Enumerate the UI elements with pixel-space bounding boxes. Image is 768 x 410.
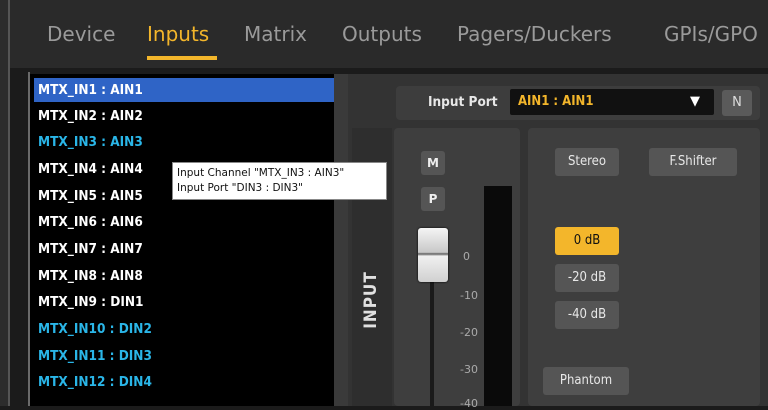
channel-tooltip: Input Channel "MTX_IN3 : AIN3" Input Por… (172, 162, 387, 200)
fader-scale-label: -30 (460, 363, 478, 376)
stereo-button[interactable]: Stereo (555, 148, 619, 176)
channel-item[interactable]: MTX_IN12 : DIN4 (34, 370, 152, 394)
tab-outputs[interactable]: Outputs (342, 22, 422, 46)
mute-button[interactable]: M (421, 151, 445, 175)
n-button[interactable]: N (722, 90, 752, 116)
channel-item[interactable]: MTX_IN8 : AIN8 (34, 264, 143, 288)
channel-item[interactable]: MTX_IN4 : AIN4 (34, 157, 143, 181)
tab-pagers-duckers[interactable]: Pagers/Duckers (457, 22, 612, 46)
channel-item[interactable]: MTX_IN6 : AIN6 (34, 210, 143, 234)
fader-knob[interactable] (418, 228, 448, 282)
channel-item[interactable]: MTX_IN2 : AIN2 (34, 104, 143, 128)
tab-inputs[interactable]: Inputs (147, 22, 209, 46)
input-section-label: INPUT (354, 271, 390, 332)
channel-item[interactable]: MTX_IN7 : AIN7 (34, 237, 143, 261)
tab-device[interactable]: Device (47, 22, 115, 46)
gain-0db-button[interactable]: 0 dB (555, 227, 619, 255)
tooltip-line-port: Input Port "DIN3 : DIN3" (177, 182, 303, 194)
active-tab-indicator (147, 56, 217, 60)
dropdown-arrow-icon[interactable]: ▼ (690, 94, 700, 109)
input-port-label: Input Port (428, 94, 498, 110)
channel-item[interactable]: MTX_IN5 : AIN5 (34, 184, 143, 208)
input-section-label-text: INPUT (360, 271, 381, 329)
channel-list: MTX_IN1 : AIN1 MTX_IN2 : AIN2 MTX_IN3 : … (30, 74, 348, 406)
tab-matrix[interactable]: Matrix (244, 22, 307, 46)
phantom-button[interactable]: Phantom (543, 367, 629, 395)
channel-item[interactable]: MTX_IN11 : DIN3 (34, 344, 152, 368)
fader-scale-label: -40 (460, 397, 478, 410)
input-port-value: AIN1 : AIN1 (518, 94, 594, 109)
fshifter-button[interactable]: F.Shifter (649, 148, 737, 176)
tab-gpis-gpos[interactable]: GPIs/GPO (664, 22, 758, 46)
gain-minus20db-button[interactable]: -20 dB (555, 264, 619, 292)
p-button[interactable]: P (421, 187, 445, 211)
fader-scale-label: -10 (460, 289, 478, 302)
window-frame-left (0, 0, 8, 406)
channel-item[interactable]: MTX_IN9 : DIN1 (34, 290, 143, 314)
fader-scale-label: -20 (460, 326, 478, 339)
level-meter (484, 186, 512, 406)
channel-item[interactable]: MTX_IN10 : DIN2 (34, 317, 152, 341)
list-scrollbar[interactable] (334, 74, 348, 406)
gain-minus40db-button[interactable]: -40 dB (555, 301, 619, 329)
fader-scale-label: 0 (463, 250, 470, 263)
channel-item[interactable]: MTX_IN3 : AIN3 (34, 130, 143, 154)
tooltip-line-channel: Input Channel "MTX_IN3 : AIN3" (177, 167, 345, 179)
channel-item[interactable]: MTX_IN1 : AIN1 (34, 78, 338, 102)
